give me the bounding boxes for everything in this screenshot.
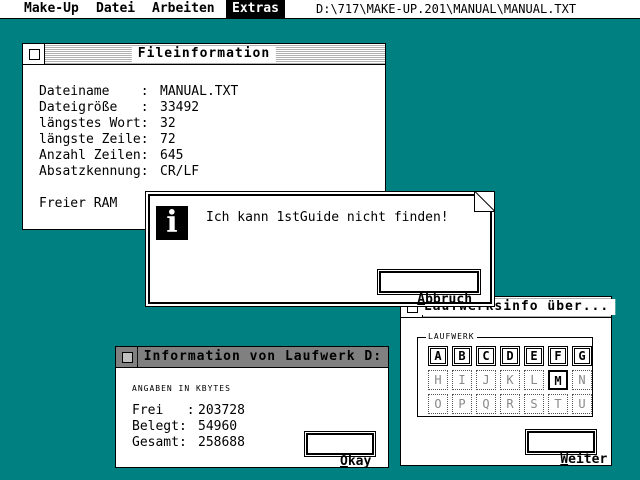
hotkey-letter: A [417, 292, 426, 307]
drive-key-j: J [476, 370, 496, 390]
drive-key-m[interactable]: M [548, 370, 568, 390]
alert-message: Ich kann 1stGuide nicht finden! [206, 210, 449, 225]
window-title: Information von Laufwerk D: [137, 349, 389, 365]
drive-key-r: R [500, 394, 520, 414]
drive-key-s: S [524, 394, 544, 414]
drive-key-l: L [524, 370, 544, 390]
field-value: 54960 [198, 419, 238, 434]
drive-key-q: Q [476, 394, 496, 414]
drive-key-e[interactable]: E [524, 346, 544, 366]
field-value: MANUAL.TXT [160, 84, 239, 99]
ram-label: Freier RAM [39, 196, 118, 211]
drive-key-i: I [452, 370, 472, 390]
hotkey-letter: W [560, 452, 569, 467]
field-value: 33492 [160, 100, 200, 115]
window-title: Fileinformation [131, 46, 277, 62]
drive-key-k: K [500, 370, 520, 390]
drive-key-n: N [572, 370, 592, 390]
button-label: eiter [568, 452, 608, 467]
weiter-button[interactable]: Weiter [527, 431, 607, 467]
info-icon: i [156, 206, 188, 240]
menu-make-up[interactable]: Make-Up [24, 0, 79, 18]
field-label: Gesamt: [132, 435, 187, 450]
field-label: längstes Wort: [39, 116, 149, 131]
field-label: Dateiname : [39, 84, 149, 99]
field-value: CR/LF [160, 164, 200, 179]
close-icon[interactable] [23, 44, 45, 64]
field-label: längste Zeile: [39, 132, 149, 147]
field-value: 203728 [198, 403, 245, 418]
button-label: kay [347, 454, 372, 469]
drive-key-c[interactable]: C [476, 346, 496, 366]
fileinfo-titlebar[interactable]: Fileinformation [23, 44, 385, 65]
drive-info-titlebar[interactable]: Information von Laufwerk D: [116, 347, 389, 368]
menu-bar: Make-Up Datei Arbeiten Extras D:\717\MAK… [0, 0, 640, 19]
drive-key-a[interactable]: A [428, 346, 448, 366]
menu-extras[interactable]: Extras [226, 0, 285, 18]
resize-icon[interactable] [474, 192, 494, 212]
drive-key-u: U [572, 394, 592, 414]
field-label: Belegt: [132, 419, 187, 434]
field-value: 32 [160, 116, 176, 131]
menu-arbeiten[interactable]: Arbeiten [152, 0, 215, 18]
drive-key-f[interactable]: F [548, 346, 568, 366]
close-icon[interactable] [116, 347, 138, 367]
drive-key-d[interactable]: D [500, 346, 520, 366]
drive-key-p: P [452, 394, 472, 414]
file-path: D:\717\MAKE-UP.201\MANUAL\MANUAL.TXT [316, 2, 577, 16]
field-label: Anzahl Zeilen: [39, 148, 149, 163]
okay-button[interactable]: Okay [306, 433, 374, 469]
drive-key-b[interactable]: B [452, 346, 472, 366]
drive-key-o: O [428, 394, 448, 414]
field-label: Dateigröße : [39, 100, 149, 115]
button-label: bbruch [425, 292, 473, 307]
abbruch-button[interactable]: Abbruch [379, 271, 479, 307]
field-value: 645 [160, 148, 184, 163]
field-label: Absatzkennung: [39, 164, 149, 179]
field-value: 72 [160, 132, 176, 147]
drive-info-window: Information von Laufwerk D: ANGABEN IN K… [115, 346, 389, 469]
drive-group: LAUFWERK ABCDEFG HIJKLMN OPQRSTU [417, 332, 593, 417]
field-value: 258688 [198, 435, 245, 450]
drive-key-t: T [548, 394, 568, 414]
field-label: Frei : [132, 403, 195, 418]
drive-key-h: H [428, 370, 448, 390]
drive-key-g[interactable]: G [572, 346, 592, 366]
drive-group-label: LAUFWERK [426, 332, 477, 342]
units-label: ANGABEN IN KBYTES [132, 384, 231, 393]
menu-datei[interactable]: Datei [96, 0, 135, 18]
hotkey-letter: O [340, 454, 348, 469]
alert-dialog: i Ich kann 1stGuide nicht finden! Abbruc… [145, 191, 495, 307]
